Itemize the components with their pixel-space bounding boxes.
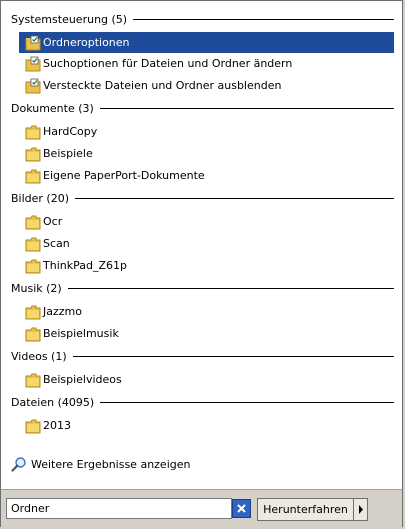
group-header-dateien: Dateien (4095) <box>11 394 394 410</box>
folder-icon <box>25 147 41 161</box>
result-item-suchoptionen[interactable]: Suchoptionen für Dateien und Ordner ände… <box>19 53 394 74</box>
result-label: Versteckte Dateien und Ordner ausblenden <box>43 79 282 92</box>
start-menu-search-results: Systemsteuerung (5) Ordneroptionen Sucho… <box>0 0 403 528</box>
result-item-beispielvideos[interactable]: Beispielvideos <box>19 369 394 390</box>
group-divider <box>67 288 394 289</box>
clear-search-button[interactable] <box>232 499 251 518</box>
group-header-dokumente: Dokumente (3) <box>11 100 394 116</box>
result-item-ocr[interactable]: Ocr <box>19 211 394 232</box>
result-label: Ordneroptionen <box>43 36 130 49</box>
folder-icon <box>25 215 41 229</box>
results-list: Systemsteuerung (5) Ordneroptionen Sucho… <box>1 1 402 489</box>
result-item-versteckte-dateien[interactable]: Versteckte Dateien und Ordner ausblenden <box>19 75 394 96</box>
folder-icon <box>25 259 41 273</box>
result-label: 2013 <box>43 419 71 432</box>
group-divider <box>133 19 394 20</box>
search-input[interactable] <box>11 502 231 515</box>
bottom-bar: Herunterfahren <box>1 489 402 528</box>
folder-icon <box>25 419 41 433</box>
folder-icon <box>25 327 41 341</box>
shutdown-button[interactable]: Herunterfahren <box>257 498 354 521</box>
group-divider <box>99 108 394 109</box>
result-item-jazzmo[interactable]: Jazzmo <box>19 301 394 322</box>
more-results-label: Weitere Ergebnisse anzeigen <box>31 457 191 471</box>
result-label: Suchoptionen für Dateien und Ordner ände… <box>43 57 293 70</box>
result-item-ordneroptionen[interactable]: Ordneroptionen <box>19 32 394 53</box>
folder-icon <box>25 169 41 183</box>
control-panel-folder-icon <box>25 56 41 71</box>
folder-icon <box>25 237 41 251</box>
folder-icon <box>25 373 41 387</box>
result-label: Ocr <box>43 215 63 228</box>
group-divider <box>75 198 394 199</box>
clear-x-icon <box>237 504 246 513</box>
group-title: Dokumente (3) <box>11 101 94 115</box>
group-divider <box>100 402 394 403</box>
search-icon <box>11 457 26 472</box>
control-panel-folder-icon <box>25 35 41 50</box>
group-header-bilder: Bilder (20) <box>11 190 394 206</box>
control-panel-folder-icon <box>25 78 41 93</box>
shutdown-options-button[interactable] <box>354 498 368 521</box>
group-title: Systemsteuerung (5) <box>11 12 128 26</box>
group-header-musik: Musik (2) <box>11 280 394 296</box>
search-box <box>6 498 232 519</box>
result-label: HardCopy <box>43 125 98 138</box>
folder-icon <box>25 305 41 319</box>
result-label: ThinkPad_Z61p <box>43 259 127 272</box>
result-label: Beispiele <box>43 147 93 160</box>
result-label: Scan <box>43 237 70 250</box>
chevron-right-icon <box>358 505 363 514</box>
result-item-hardcopy[interactable]: HardCopy <box>19 121 394 142</box>
group-title: Musik (2) <box>11 281 62 295</box>
group-divider <box>72 356 394 357</box>
group-title: Bilder (20) <box>11 191 70 205</box>
group-header-videos: Videos (1) <box>11 348 394 364</box>
group-header-systemsteuerung: Systemsteuerung (5) <box>11 11 394 27</box>
result-label: Beispielvideos <box>43 373 122 386</box>
group-title: Dateien (4095) <box>11 395 95 409</box>
result-item-eigene-paperport-dokumente[interactable]: Eigene PaperPort-Dokumente <box>19 165 394 186</box>
result-item-beispiele[interactable]: Beispiele <box>19 143 394 164</box>
result-item-beispielmusik[interactable]: Beispielmusik <box>19 323 394 344</box>
group-title: Videos (1) <box>11 349 67 363</box>
result-label: Eigene PaperPort-Dokumente <box>43 169 205 182</box>
result-label: Beispielmusik <box>43 327 119 340</box>
result-item-scan[interactable]: Scan <box>19 233 394 254</box>
shutdown-label: Herunterfahren <box>263 503 348 516</box>
result-label: Jazzmo <box>43 305 82 318</box>
more-results-link[interactable]: Weitere Ergebnisse anzeigen <box>11 454 190 474</box>
result-item-thinkpad-z61p[interactable]: ThinkPad_Z61p <box>19 255 394 276</box>
result-item-2013[interactable]: 2013 <box>19 415 394 436</box>
folder-icon <box>25 125 41 139</box>
